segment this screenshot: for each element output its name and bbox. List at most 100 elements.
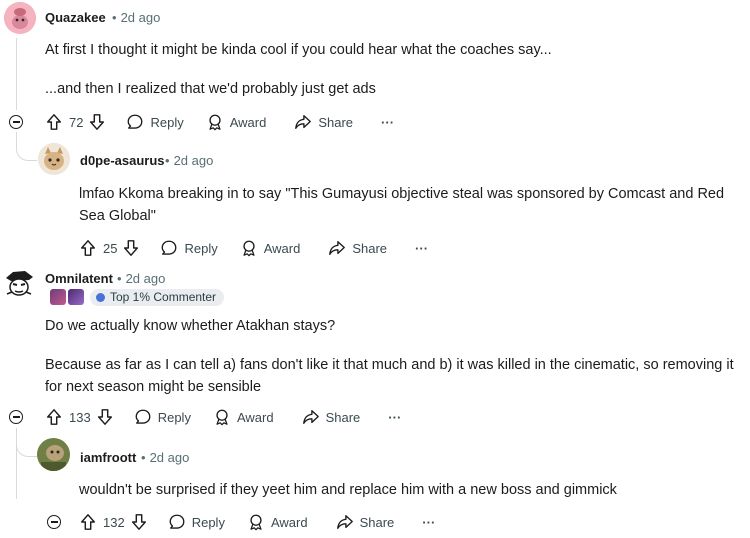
share-button[interactable]: Share (336, 513, 395, 531)
comment-actions: 25 Reply Award Share ··· (79, 237, 428, 259)
avatar[interactable] (38, 143, 70, 175)
cat-avatar-icon (38, 143, 70, 175)
timestamp: 2d ago (125, 271, 166, 286)
username[interactable]: Omnilatent (45, 271, 113, 286)
share-label: Share (359, 514, 395, 530)
reply-connector (16, 132, 37, 161)
upvote-button[interactable] (79, 239, 97, 257)
downvote-button[interactable] (96, 408, 114, 426)
avatar[interactable] (37, 438, 70, 471)
comment-body-paragraph: Because as far as I can tell a) fans don… (45, 357, 734, 395)
share-icon (294, 113, 312, 131)
reply-button[interactable]: Reply (168, 513, 225, 531)
share-label: Share (325, 409, 361, 425)
upvote-button[interactable] (45, 408, 63, 426)
upvote-button[interactable] (45, 113, 63, 131)
collapse-thread-icon[interactable] (47, 515, 61, 529)
meta-separator: • (112, 10, 117, 25)
more-options-button[interactable]: ··· (381, 115, 394, 130)
share-button[interactable]: Share (302, 408, 361, 426)
award-button[interactable]: Award (240, 239, 301, 257)
downvote-icon (88, 113, 106, 131)
share-button[interactable]: Share (328, 239, 387, 257)
reply-label: Reply (184, 240, 218, 256)
top-commenter-badge: Top 1% Commenter (90, 288, 225, 306)
badge-label: Top 1% Commenter (110, 290, 217, 304)
reply-bubble-icon (168, 513, 186, 531)
share-icon (302, 408, 320, 426)
more-options-icon: ··· (381, 114, 395, 130)
reply-connector (16, 428, 37, 457)
downvote-icon (122, 239, 140, 257)
reply-button[interactable]: Reply (134, 408, 191, 426)
downvote-button[interactable] (88, 113, 106, 131)
award-icon (206, 113, 224, 131)
award-button[interactable]: Award (247, 513, 308, 531)
upvote-icon (79, 513, 97, 531)
comment-meta: • 2d ago (113, 271, 165, 286)
meta-separator: • (141, 450, 146, 465)
username[interactable]: Quazakee (45, 10, 106, 25)
share-icon (336, 513, 354, 531)
comment-meta: • 2d ago (161, 153, 213, 168)
award-button[interactable]: Award (213, 408, 274, 426)
more-options-button[interactable]: ··· (388, 410, 401, 425)
snoo-avatar-icon (4, 2, 36, 34)
award-label: Award (263, 240, 301, 256)
vote-count: 25 (103, 240, 118, 256)
more-options-icon: ··· (415, 240, 429, 256)
more-options-icon: ··· (388, 409, 402, 425)
award-label: Award (229, 114, 267, 130)
collapse-thread-icon[interactable] (9, 115, 23, 129)
share-icon (328, 239, 346, 257)
reply-bubble-icon (134, 408, 152, 426)
reply-label: Reply (150, 114, 184, 130)
champion-flair-icon (68, 289, 84, 305)
share-label: Share (352, 240, 388, 256)
collapse-thread-icon[interactable] (9, 410, 23, 424)
avatar[interactable] (4, 2, 36, 34)
comment-body-paragraph: Do we actually know whether Atakhan stay… (45, 318, 336, 334)
champion-flair-icon (50, 289, 66, 305)
user-flair: Top 1% Commenter (50, 288, 225, 306)
comment-actions: 72 Reply Award Share ··· (45, 111, 394, 133)
award-icon (240, 239, 258, 257)
reply-bubble-icon (126, 113, 144, 131)
comment-body-paragraph: ...and then I realized that we'd probabl… (45, 81, 376, 97)
comment-body-paragraph: lmfao Kkoma breaking in to say "This Gum… (79, 186, 725, 224)
badge-icon (96, 292, 105, 302)
comment-actions: 132 Reply Award Share ··· (79, 511, 435, 533)
downvote-icon (96, 408, 114, 426)
avatar[interactable] (3, 268, 35, 300)
downvote-icon (130, 513, 148, 531)
upvote-icon (79, 239, 97, 257)
upvote-button[interactable] (79, 513, 97, 531)
cartoon-avatar-icon (3, 268, 35, 300)
reply-button[interactable]: Reply (160, 239, 218, 257)
upvote-icon (45, 113, 63, 131)
more-options-icon: ··· (422, 514, 436, 530)
downvote-button[interactable] (130, 513, 148, 531)
comment-meta: • 2d ago (137, 450, 189, 465)
meta-separator: • (117, 271, 122, 286)
username[interactable]: iamfroott (80, 450, 136, 465)
meta-separator: • (165, 153, 170, 168)
more-options-button[interactable]: ··· (422, 515, 435, 530)
comment-body-paragraph: At first I thought it might be kinda coo… (45, 42, 552, 58)
share-button[interactable]: Share (294, 113, 353, 131)
timestamp: 2d ago (120, 10, 161, 25)
more-options-button[interactable]: ··· (415, 241, 428, 256)
vote-count: 133 (69, 409, 91, 425)
timestamp: 2d ago (173, 153, 214, 168)
award-icon (213, 408, 231, 426)
downvote-button[interactable] (122, 239, 140, 257)
reply-button[interactable]: Reply (126, 113, 184, 131)
award-icon (247, 513, 265, 531)
reply-bubble-icon (160, 239, 178, 257)
comment-body-paragraph: wouldn't be surprised if they yeet him a… (79, 482, 617, 498)
thread-line (16, 38, 17, 110)
username[interactable]: d0pe-asaurus (80, 153, 165, 168)
timestamp: 2d ago (149, 450, 190, 465)
award-button[interactable]: Award (206, 113, 267, 131)
comment-meta: • 2d ago (108, 10, 160, 25)
